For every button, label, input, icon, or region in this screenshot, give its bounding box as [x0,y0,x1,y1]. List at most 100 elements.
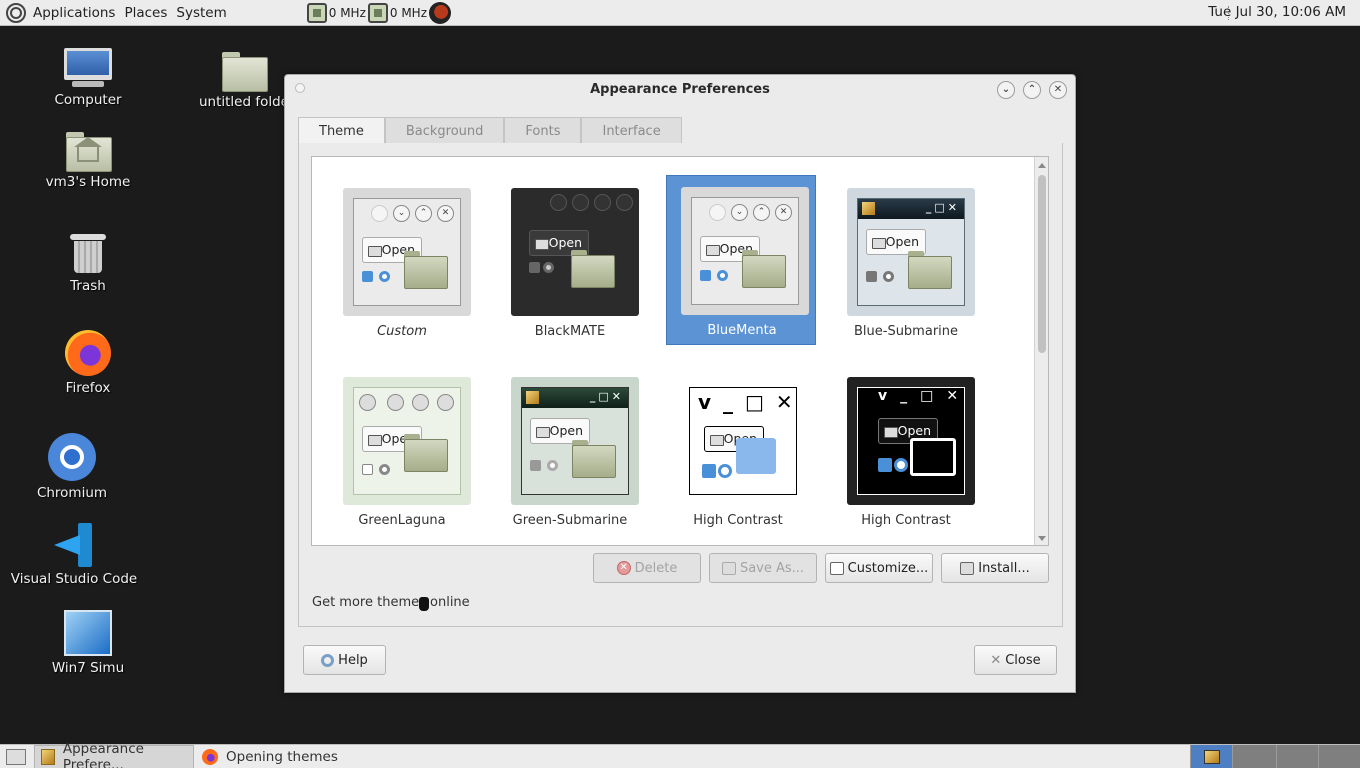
delete-icon: ✕ [616,561,631,575]
theme-preview: v_□✕ Open [847,377,975,505]
taskbar-item-opening-themes[interactable]: Opening themes [196,745,344,768]
mate-logo-icon[interactable] [6,2,26,23]
workspace-3[interactable] [1276,745,1318,768]
desktop-icon-label: Trash [70,278,106,294]
customize-button[interactable]: Customize... [825,553,933,583]
scroll-down-icon[interactable] [1038,536,1046,541]
workspace-2[interactable] [1232,745,1276,768]
delete-button[interactable]: ✕ Delete [593,553,701,583]
folder-icon [908,251,952,289]
save-icon [721,561,736,575]
theme-preview: v_□✕ Open [679,377,807,505]
scroll-up-icon[interactable] [1038,163,1046,168]
cpu-frequency-applet-1[interactable]: 0 MHz [306,2,366,23]
theme-item-bluementa[interactable]: ⌄ ⌃ ✕ Open BlueMenta [666,175,816,345]
desktop-icon-chromium[interactable]: Chromium [2,433,142,501]
theme-preview: _□✕ Open [511,377,639,505]
taskbar-item-label: Appearance Prefere... [62,740,144,768]
workspace-4[interactable] [1318,745,1360,768]
help-button[interactable]: Help [303,645,386,675]
customize-icon [829,561,844,575]
save-as-button-label: Save As... [739,560,805,576]
install-button[interactable]: Install... [941,553,1049,583]
theme-name: High Contrast [861,513,951,528]
desktop-icon-home[interactable]: vm3's Home [18,132,158,190]
system-menu[interactable]: System [174,5,228,21]
theme-item-high-contrast-inverse[interactable]: v_□✕ Open High Contrast [831,365,981,535]
window-titlebar[interactable]: Appearance Preferences ⌄ ⌃ ✕ [285,75,1075,105]
cpu-chip-icon [306,2,327,23]
desktop-icon-computer[interactable]: Computer [18,48,158,108]
workspace-1[interactable] [1190,745,1232,768]
save-as-button[interactable]: Save As... [709,553,817,583]
theme-name: BlackMATE [534,324,606,339]
desktop-icon-win7-simu[interactable]: Win7 Simu [18,610,158,676]
theme-list-scrollbar[interactable] [1034,157,1048,545]
cpu-frequency-label: 0 MHz [389,5,427,20]
cpu-frequency-label: 0 MHz [328,5,366,20]
scroll-thumb[interactable] [1038,175,1046,353]
mouse-cursor-icon [419,597,429,611]
install-button-label: Install... [978,560,1030,576]
appearance-preferences-window: Appearance Preferences ⌄ ⌃ ✕ Theme Backg… [284,74,1076,693]
folder-icon [736,438,776,474]
theme-item-greenlaguna[interactable]: Open GreenLaguna [327,365,477,535]
desktop-icon-trash[interactable]: Trash [18,232,158,294]
help-icon [321,653,335,667]
clock[interactable]: Tue Jul 30, 10:06 AM [1208,4,1346,20]
chromium-icon [48,433,96,481]
window-menu-icon[interactable] [295,83,305,93]
minimize-icon[interactable]: ⌄ [997,81,1015,99]
theme-name: Green-Submarine [512,513,628,528]
theme-item-blue-submarine[interactable]: _□✕ Open Blue-Submarine [831,176,981,346]
folder-icon [572,440,616,478]
applications-menu[interactable]: Applications [31,5,117,21]
taskbar-item-label: Opening themes [226,748,338,765]
theme-name: Blue-Submarine [853,324,959,339]
folder-icon [404,251,448,289]
close-button[interactable]: ✕ Close [974,645,1057,675]
desktop-icon-label: Chromium [36,485,108,501]
theme-item-green-submarine[interactable]: _□✕ Open Green-Submarine [495,365,645,535]
theme-name: Custom [377,324,427,339]
tab-bar: Theme Background Fonts Interface [298,117,1063,144]
folder-icon [222,52,268,92]
show-desktop-icon[interactable] [6,748,26,765]
maximize-icon[interactable]: ⌃ [1023,81,1041,99]
desktop-icon-firefox[interactable]: Firefox [18,330,158,396]
folder-icon [910,438,956,476]
tab-interface[interactable]: Interface [581,117,682,144]
close-icon[interactable]: ✕ [1049,81,1067,99]
theme-item-blackmate[interactable]: Open BlackMATE [495,176,645,346]
vscode-icon [52,523,96,567]
workspace-switcher[interactable] [1190,745,1360,768]
theme-preview: ⌄ ⌃ ✕ Open [343,188,471,316]
theme-name: GreenLaguna [358,513,446,528]
places-menu[interactable]: Places [122,5,169,21]
tab-background[interactable]: Background [384,117,505,144]
theme-list[interactable]: ⌄ ⌃ ✕ Open Custom Open BlackMATE ⌄ ⌃ ✕ O… [311,156,1049,546]
tab-fonts[interactable]: Fonts [504,117,582,144]
install-icon [960,561,975,575]
desktop-icon-label: Win7 Simu [51,660,125,676]
folder-icon [742,250,786,288]
desktop-icon-vscode[interactable]: Visual Studio Code [4,523,144,587]
theme-preview: Open [511,188,639,316]
close-icon: ✕ [990,652,1002,668]
cpu-frequency-applet-2[interactable]: 0 MHz [367,2,427,23]
close-button-label: Close [1005,652,1041,668]
theme-item-custom[interactable]: ⌄ ⌃ ✕ Open Custom [327,176,477,346]
bottom-panel: Appearance Prefere... Opening themes [0,741,1360,768]
firefox-launcher-icon[interactable] [429,1,451,24]
theme-preview: _□✕ Open [847,188,975,316]
theme-item-high-contrast[interactable]: v_□✕ Open High Contrast [663,365,813,535]
taskbar-item-appearance-preferences[interactable]: Appearance Prefere... [34,741,194,768]
tab-theme[interactable]: Theme [298,117,385,144]
theme-name: BlueMenta [707,323,777,338]
folder-icon [571,250,615,288]
folder-icon [404,434,448,472]
get-more-themes-link[interactable]: Get more themes online [312,595,470,610]
computer-icon [64,48,112,88]
home-folder-icon [66,132,112,172]
win7-icon [64,610,112,656]
